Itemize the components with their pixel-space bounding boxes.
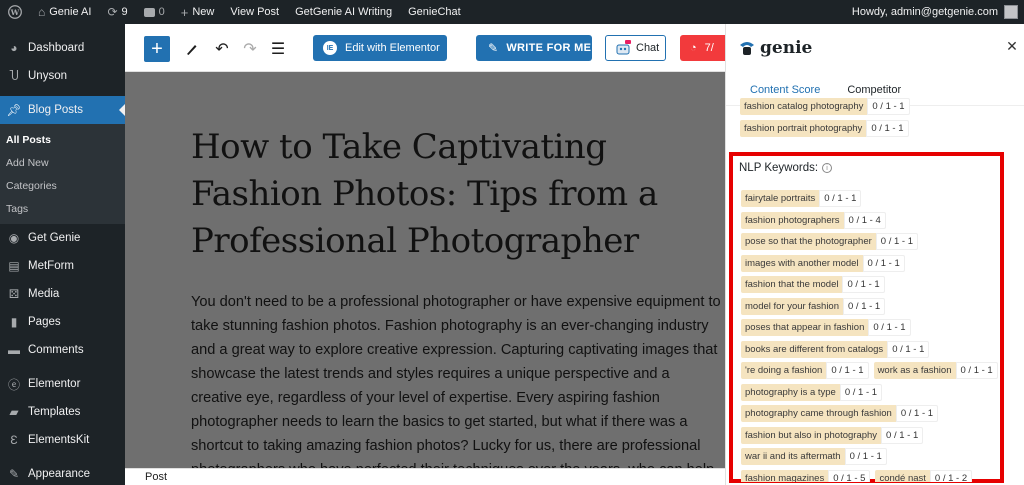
keyword-chip[interactable]: 're doing a fashion 0 / 1 - 1 [741, 362, 869, 379]
pages-icon: ▮ [10, 315, 18, 329]
genie-logo-icon [736, 37, 758, 59]
genie-icon: ◉ [8, 231, 20, 245]
redo-icon: ↷ [243, 41, 257, 58]
keyword-chip[interactable]: fairytale portraits 0 / 1 - 1 [741, 190, 862, 207]
keyword-chip[interactable]: war ii and its aftermath 0 / 1 - 1 [741, 448, 887, 465]
sidebar-item-blog-posts[interactable]: 📌︎ Blog Posts [0, 96, 125, 124]
howdy-user[interactable]: Howdy, admin@getgenie.com [852, 6, 998, 18]
write-for-me-button[interactable]: ✎ WRITE FOR ME [476, 35, 592, 61]
keyword-chip[interactable]: model for your fashion 0 / 1 - 1 [741, 297, 886, 315]
keyword-chip[interactable]: pose so that the photographer 0 / 1 - 1 [741, 233, 918, 250]
submenu-all-posts[interactable]: All Posts [0, 128, 125, 151]
panel-header: genie [726, 24, 1024, 72]
pin-icon: 📌︎ [6, 103, 22, 117]
keyword-chip[interactable]: fashion that the model 0 / 1 - 1 [741, 276, 885, 293]
sidebar-item-dashboard[interactable]: ◕ Dashboard [0, 34, 125, 62]
post-title[interactable]: How to Take Captivating Fashion Photos: … [191, 124, 711, 265]
close-panel-button[interactable]: ✕ [1004, 38, 1020, 54]
keyword-chip[interactable]: images with another model 0 / 1 - 1 [741, 254, 905, 272]
keyword-chip[interactable]: fashion photographers 0 / 1 - 4 [741, 211, 886, 229]
sidebar-item-pages[interactable]: ▮ Pages [0, 308, 125, 336]
getgenie-writing-link[interactable]: GetGenie AI Writing [287, 0, 400, 24]
sidebar-item-metform[interactable]: ▤ MetForm [0, 252, 125, 280]
elementor-icon: IE [323, 41, 337, 55]
sidebar-item-unyson[interactable]: Ⴎ Unyson [0, 62, 125, 90]
sidebar-item-media[interactable]: ⚄ Media [0, 280, 125, 308]
svg-text:W: W [10, 8, 20, 17]
folder-icon: ▰ [9, 405, 19, 419]
submenu-tags[interactable]: Tags [0, 197, 125, 220]
post-paragraph[interactable]: You don't need to be a professional phot… [191, 290, 721, 468]
pencil-icon: ✎ [488, 41, 499, 55]
add-block-button[interactable]: + [144, 36, 170, 62]
updates-link[interactable]: ⟳ 9 [99, 0, 135, 24]
admin-bar: W ⌂ Genie AI ⟳ 9 0 + New View Post GetGe… [0, 0, 1024, 24]
sidebar-item-appearance[interactable]: ✎ Appearance [0, 460, 125, 485]
keyword-chip[interactable]: photography came through fashion 0 / 1 - … [741, 405, 939, 422]
updates-icon: ⟳ [107, 5, 118, 19]
edit-with-elementor-button[interactable]: IE Edit with Elementor [313, 35, 447, 61]
admin-sidebar: ◕ Dashboard Ⴎ Unyson 📌︎ Blog Posts All P… [0, 24, 125, 485]
site-name-link[interactable]: ⌂ Genie AI [30, 0, 99, 24]
editor-toolbar: + ↶ ↷ ☰ IE Edit with Elementor ✎ WRITE F… [125, 24, 725, 72]
undo-button[interactable]: ↶ [211, 38, 233, 60]
brush-icon: ✎ [8, 467, 20, 481]
keyword-chip[interactable]: photography is a type 0 / 1 - 1 [741, 383, 883, 401]
keyword-chip[interactable]: books are different from catalogs 0 / 1 -… [741, 340, 930, 358]
submenu-add-new[interactable]: Add New [0, 151, 125, 174]
undo-icon: ↶ [215, 41, 229, 58]
top-keyword-list: fashion catalog photography 0 / 1 - 1 fa… [740, 98, 1024, 141]
dashboard-icon: ◕ [10, 41, 18, 55]
close-icon: ✕ [1006, 37, 1018, 54]
plus-icon: + [180, 4, 189, 20]
blog-posts-submenu: All Posts Add New Categories Tags [0, 124, 125, 224]
keyword-chip[interactable]: fashion but also in photography 0 / 1 - 1 [741, 426, 924, 444]
redo-button[interactable]: ↷ [239, 38, 261, 60]
sidebar-item-get-genie[interactable]: ◉ Get Genie [0, 224, 125, 252]
nlp-keyword-list: fairytale portraits 0 / 1 - 1 fashion pho… [741, 190, 1004, 482]
block-breadcrumb[interactable]: Post [125, 468, 725, 485]
home-icon: ⌂ [38, 5, 46, 19]
comments-link[interactable]: 0 [136, 0, 173, 24]
genie-robot-icon [616, 40, 631, 55]
new-content-link[interactable]: + New [173, 0, 223, 24]
sidebar-item-elementor[interactable]: ⓔ Elementor [0, 370, 125, 398]
genie-logo-text: genie [760, 38, 813, 58]
elementor-icon: ⓔ [7, 377, 20, 392]
keyword-chip[interactable]: fashion magazines 0 / 1 - 5 [741, 469, 871, 482]
editor-canvas: How to Take Captivating Fashion Photos: … [125, 72, 725, 468]
geniechat-link[interactable]: GenieChat [400, 0, 469, 24]
keyword-chip[interactable]: fashion portrait photography 0 / 1 - 1 [740, 119, 909, 137]
sidebar-item-templates[interactable]: ▰ Templates [0, 398, 125, 426]
sidebar-item-elementskit[interactable]: Ɛ ElementsKit [0, 426, 125, 454]
unyson-icon: Ⴎ [9, 69, 19, 83]
list-view-icon: ☰ [270, 41, 286, 58]
view-post-link[interactable]: View Post [222, 0, 287, 24]
red-action-button[interactable]: ◔ 7/ [680, 35, 725, 61]
wp-logo-icon[interactable]: W [0, 0, 30, 24]
info-icon[interactable]: i [822, 163, 833, 173]
avatar[interactable] [1004, 5, 1018, 19]
form-icon: ▤ [8, 259, 20, 273]
media-icon: ⚄ [8, 287, 20, 301]
keyword-chip[interactable]: condé nast 0 / 1 - 2 [875, 469, 973, 482]
keyword-chip[interactable]: work as a fashion 0 / 1 - 1 [873, 362, 998, 379]
nlp-keywords-heading: NLP Keywords: i [739, 162, 833, 174]
tools-pen-button[interactable] [181, 38, 203, 60]
comment-bubble-icon [143, 7, 155, 17]
chat-button[interactable]: Chat [605, 35, 666, 61]
plus-icon: + [151, 37, 163, 60]
keyword-chip[interactable]: poses that appear in fashion 0 / 1 - 1 [741, 319, 911, 336]
keyword-chip[interactable]: fashion catalog photography 0 / 1 - 1 [740, 98, 910, 115]
document-overview-button[interactable]: ☰ [267, 38, 289, 60]
gauge-icon: ◔ [690, 42, 697, 54]
submenu-categories[interactable]: Categories [0, 174, 125, 197]
pen-icon [187, 45, 197, 55]
sidebar-item-comments[interactable]: ▬ Comments [0, 336, 125, 364]
elementskit-icon: Ɛ [10, 433, 18, 447]
comment-icon: ▬ [8, 343, 20, 357]
